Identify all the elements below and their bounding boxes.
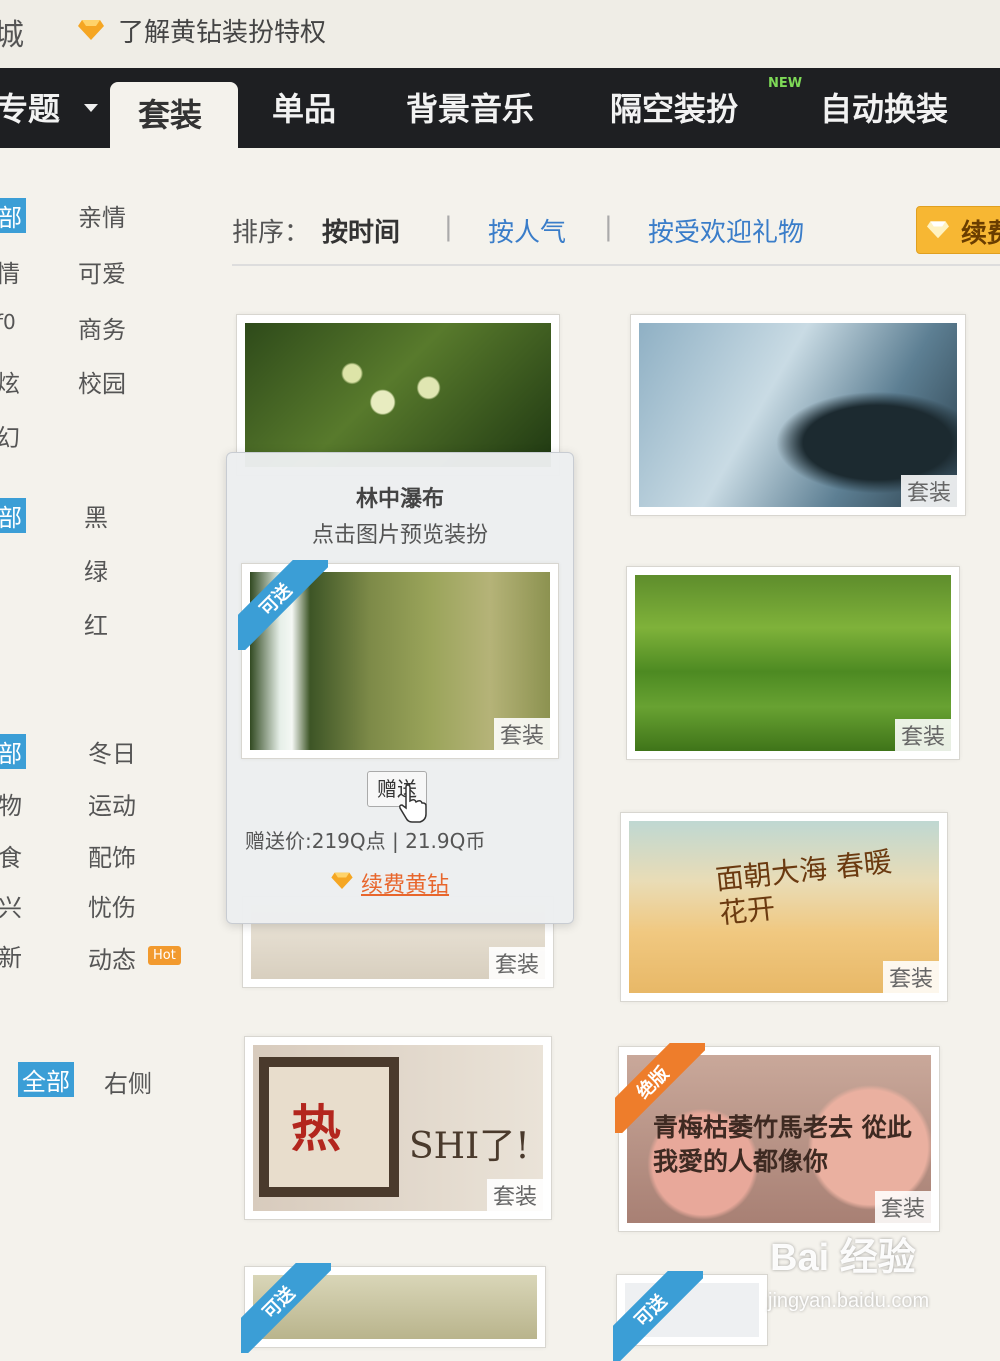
sidebar-campus[interactable]: 校园 [78,364,126,399]
sidebar-winter[interactable]: 冬日 [88,734,136,769]
gift-price: 赠送价:219Q点 | 21.9Q币 [245,829,486,853]
sidebar-cat3-item[interactable]: 食 [0,838,22,873]
suit-tag: 套装 [486,1179,543,1211]
suit-tag: 套装 [900,475,957,507]
sidebar-sports[interactable]: 运动 [88,786,136,821]
sidebar-right-side[interactable]: 右侧 [104,1064,152,1099]
suit-card-winter-window[interactable]: 套装 [630,314,966,516]
separator: | [604,212,613,242]
suit-card-bottom-right[interactable]: 可送 [613,1271,768,1361]
nav-bg-music[interactable]: 背景音乐 [406,84,534,130]
sort-by-popularity[interactable]: 按人气 [488,212,566,249]
renew-yellow-diamond-link[interactable]: 续费黄钻 [361,867,449,899]
separator: | [444,212,453,242]
divider [232,264,1000,266]
suit-card-sea-flowers[interactable]: 面朝大海 春暖花开 套装 [620,812,948,1002]
suit-preview-popup: 林中瀑布 点击图片预览装扮 可送 套装 赠送 赠送价:219Q点 | 21.9Q… [226,452,574,924]
yellow-diamond-icon [927,221,949,239]
ribbon-label: 可送 [241,1263,331,1353]
chevron-down-icon[interactable] [84,104,98,112]
sidebar-family[interactable]: 亲情 [78,198,126,233]
sidebar-green[interactable]: 绿 [84,552,108,587]
nav-single-items[interactable]: 单品 [272,84,336,130]
sort-label: 排序： [232,218,311,248]
nav-topics[interactable]: 专题 [0,84,60,130]
sidebar-cute[interactable]: 可爱 [78,254,126,289]
sidebar-cat4-all[interactable]: 全部 [18,1062,74,1097]
suit-thumbnail[interactable] [245,323,551,467]
suit-overlay-hot: 热 [291,1100,341,1158]
sidebar-business[interactable]: 商务 [78,310,126,345]
suit-card-roses[interactable]: 青梅枯萎竹馬老去 從此我愛的人都像你 绝版 套装 [615,1043,940,1232]
sort-by-gift[interactable]: 按受欢迎礼物 [648,212,804,249]
nav-auto-change[interactable]: 自动换装 [820,84,948,130]
suit-card-hot-shi[interactable]: 热 SHI了! 套装 [244,1036,552,1220]
sidebar-cat1-item[interactable]: 情 [0,254,20,289]
hand-cursor-icon [399,784,427,823]
sidebar-cat1-item[interactable]: f0 [0,310,16,334]
suit-tag: 套装 [493,718,550,750]
sidebar-cat3-item[interactable]: 兴 [0,888,22,923]
popup-title: 林中瀑布 [355,487,444,512]
popup-suit-card[interactable]: 可送 套装 [238,560,559,759]
sidebar-cat3-item[interactable]: 新 [0,938,22,973]
ribbon-label: 可送 [238,560,328,650]
top-strip: 城 了解黄钻装扮特权 [0,0,1000,68]
sidebar-sad[interactable]: 忧伤 [88,888,136,923]
sidebar-cat1-item[interactable]: 幻 [0,418,20,453]
renew-button[interactable]: 续费 [916,206,1000,254]
suit-tag: 套装 [882,961,939,993]
sidebar-accessories[interactable]: 配饰 [88,838,136,873]
sidebar-cat3-item[interactable]: 物 [0,786,22,821]
sidebar-black[interactable]: 黑 [84,498,108,533]
suit-card-green-field[interactable]: 套装 [626,566,960,760]
sidebar-cat1-all[interactable]: 部 [0,198,26,233]
sidebar-red[interactable]: 红 [84,606,108,641]
watermark-url: jingyan.baidu.com [768,1290,930,1312]
suit-card-bottom-left[interactable]: 可送 [241,1263,546,1353]
giftable-ribbon: 可送 [613,1271,703,1361]
tab-suits-label: 套装 [138,96,203,134]
hot-badge: Hot [148,946,181,965]
ribbon-label: 绝版 [615,1043,705,1133]
nav-remote-dressup[interactable]: 隔空装扮 [610,84,738,130]
suit-tag: 套装 [894,719,951,751]
sort-by-time[interactable]: 按时间 [322,212,400,249]
tab-suits[interactable]: 套装 [110,82,238,152]
suit-tag: 套装 [874,1191,931,1223]
suit-tag: 套装 [488,947,545,979]
sidebar-dynamic[interactable]: 动态 [88,940,136,975]
sidebar-cat2-all[interactable]: 部 [0,498,26,533]
privilege-link[interactable]: 了解黄钻装扮特权 [118,12,326,49]
new-badge: NEW [768,76,803,91]
yellow-diamond-icon [331,872,353,889]
sidebar-cat3-all[interactable]: 部 [0,734,26,769]
giftable-ribbon: 可送 [238,560,328,650]
popup-hint: 点击图片预览装扮 [311,523,488,548]
baidu-jingyan-watermark: Bai 经验 [770,1237,916,1279]
yellow-diamond-icon [78,20,104,40]
suit-overlay-shi: SHI了! [409,1126,530,1167]
site-name-fragment: 城 [0,18,24,53]
discontinued-ribbon: 绝版 [615,1043,705,1133]
giftable-ribbon: 可送 [241,1263,331,1353]
sidebar-cat1-item[interactable]: 炫 [0,364,20,399]
renew-button-label: 续费 [961,219,1000,249]
ribbon-label: 可送 [613,1271,703,1361]
